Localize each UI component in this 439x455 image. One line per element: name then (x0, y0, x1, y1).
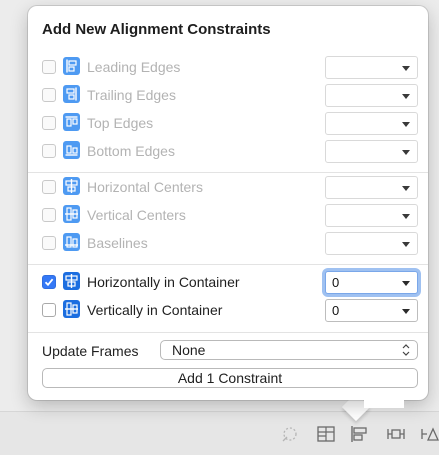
trailing-edges-checkbox[interactable] (42, 88, 56, 102)
top-edges-offset-dropdown[interactable] (325, 112, 418, 135)
bottom-edges-offset-dropdown[interactable] (325, 140, 418, 163)
horizontal-centers-offset-dropdown[interactable] (325, 176, 418, 199)
add-constraints-icon[interactable] (386, 425, 406, 443)
update-frames-icon[interactable] (280, 425, 300, 443)
divider (28, 172, 428, 173)
update-frames-label: Update Frames (42, 343, 139, 359)
checkmark-icon (44, 278, 54, 287)
bottom-edges-checkbox[interactable] (42, 144, 56, 158)
chevron-down-icon (402, 150, 410, 155)
vertically-in-container-offset-dropdown[interactable]: 0 (325, 299, 418, 322)
chevron-down-icon (402, 309, 410, 314)
constraint-row-bottom-edges: Bottom Edges (42, 140, 420, 164)
top-edges-checkbox[interactable] (42, 116, 56, 130)
chevron-down-icon (402, 94, 410, 99)
align-icon[interactable] (349, 425, 369, 443)
leading-edges-checkbox[interactable] (42, 60, 56, 74)
divider (28, 332, 428, 333)
baselines-checkbox[interactable] (42, 236, 56, 250)
horizontal-centers-label: Horizontal Centers (87, 179, 203, 195)
constraint-row-trailing-edges: Trailing Edges (42, 84, 420, 108)
horizontal-centers-icon (63, 177, 80, 195)
baselines-offset-dropdown[interactable] (325, 232, 418, 255)
vertical-centers-checkbox[interactable] (42, 208, 56, 222)
chevron-down-icon (402, 66, 410, 71)
constraint-row-vertically-in-container: Vertically in Container 0 (42, 299, 420, 323)
constraint-row-baselines: Baselines (42, 232, 420, 256)
bottom-edges-icon (63, 141, 80, 159)
chevron-down-icon (402, 242, 410, 247)
add-constraint-button[interactable]: Add 1 Constraint (42, 368, 418, 388)
leading-edges-icon (63, 57, 80, 75)
chevron-down-icon (402, 281, 410, 286)
up-down-chevron-icon (402, 344, 410, 356)
trailing-edges-label: Trailing Edges (87, 87, 176, 103)
constraint-row-horizontal-centers: Horizontal Centers (42, 176, 420, 200)
horizontally-in-container-checkbox[interactable] (42, 275, 56, 289)
baselines-icon (63, 233, 80, 251)
chevron-down-icon (402, 122, 410, 127)
chevron-down-icon (402, 214, 410, 219)
leading-edges-label: Leading Edges (87, 59, 181, 75)
stack-icon[interactable] (316, 425, 336, 443)
horizontally-in-container-icon (63, 272, 80, 290)
constraint-row-top-edges: Top Edges (42, 112, 420, 136)
horizontally-in-container-offset-dropdown[interactable]: 0 (325, 271, 418, 294)
baselines-label: Baselines (87, 235, 148, 251)
constraint-row-vertical-centers: Vertical Centers (42, 204, 420, 228)
canvas-bottom-toolbar (0, 411, 439, 455)
top-edges-icon (63, 113, 80, 131)
trailing-edges-offset-dropdown[interactable] (325, 84, 418, 107)
vertical-centers-icon (63, 205, 80, 223)
vertically-in-container-label: Vertically in Container (87, 302, 223, 318)
vertical-centers-offset-dropdown[interactable] (325, 204, 418, 227)
bottom-edges-label: Bottom Edges (87, 143, 175, 159)
vertical-centers-label: Vertical Centers (87, 207, 186, 223)
constraint-row-horizontally-in-container: Horizontally in Container 0 (42, 271, 420, 295)
top-edges-label: Top Edges (87, 115, 154, 131)
horizontally-in-container-label: Horizontally in Container (87, 274, 240, 290)
divider (28, 264, 428, 265)
vertically-in-container-checkbox[interactable] (42, 303, 56, 317)
chevron-down-icon (402, 186, 410, 191)
vertically-in-container-icon (63, 300, 80, 318)
add-alignment-constraints-popover: Add New Alignment Constraints Leading Ed… (28, 6, 428, 408)
leading-edges-offset-dropdown[interactable] (325, 56, 418, 79)
popover-title: Add New Alignment Constraints (42, 21, 271, 38)
horizontal-centers-checkbox[interactable] (42, 180, 56, 194)
trailing-edges-icon (63, 85, 80, 103)
update-frames-select[interactable]: None (160, 340, 418, 360)
resolve-issues-icon[interactable] (420, 425, 439, 443)
constraint-row-leading-edges: Leading Edges (42, 56, 420, 80)
